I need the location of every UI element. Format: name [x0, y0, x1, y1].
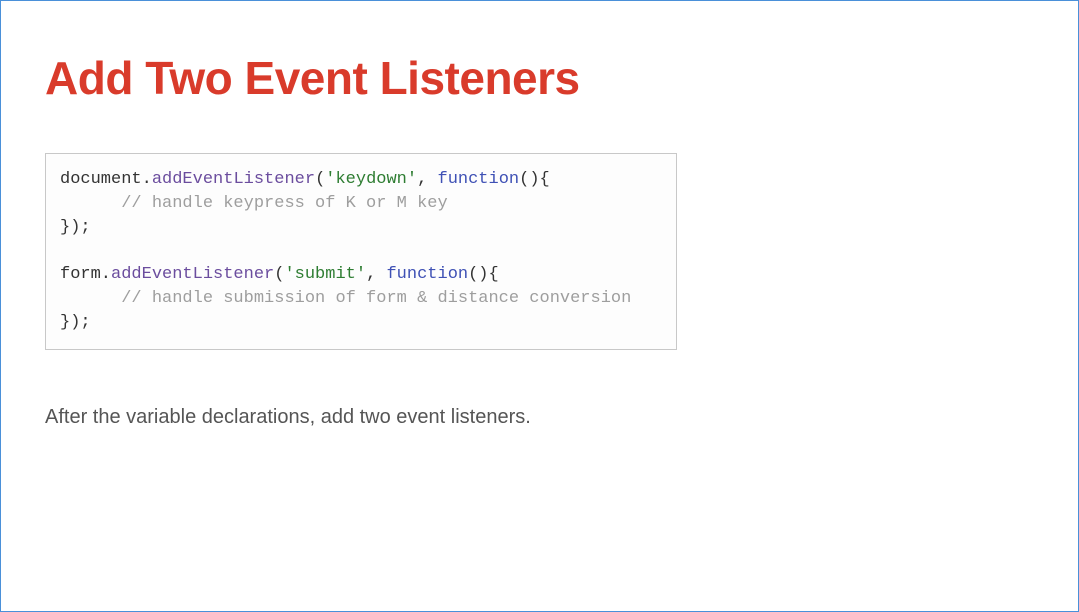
code-token: function [438, 170, 520, 189]
code-token: addEventListener [152, 170, 315, 189]
code-token: }); [60, 218, 91, 237]
code-token: addEventListener [111, 265, 274, 284]
code-token: document. [60, 170, 152, 189]
code-token [60, 289, 121, 308]
code-block: document.addEventListener('keydown', fun… [45, 153, 677, 350]
code-token: , [417, 170, 437, 189]
code-token: function [386, 265, 468, 284]
slide-heading: Add Two Event Listeners [45, 51, 1034, 105]
code-token: (){ [519, 170, 550, 189]
code-token: ( [315, 170, 325, 189]
code-token: // handle keypress of K or M key [121, 194, 447, 213]
code-token: // handle submission of form & distance … [121, 289, 631, 308]
code-token: , [366, 265, 386, 284]
code-token: form. [60, 265, 111, 284]
code-token: }); [60, 313, 91, 332]
slide-caption: After the variable declarations, add two… [45, 406, 1034, 429]
code-token: 'keydown' [325, 170, 417, 189]
code-token [60, 194, 121, 213]
code-token: 'submit' [284, 265, 366, 284]
code-token: ( [274, 265, 284, 284]
code-token: (){ [468, 265, 499, 284]
